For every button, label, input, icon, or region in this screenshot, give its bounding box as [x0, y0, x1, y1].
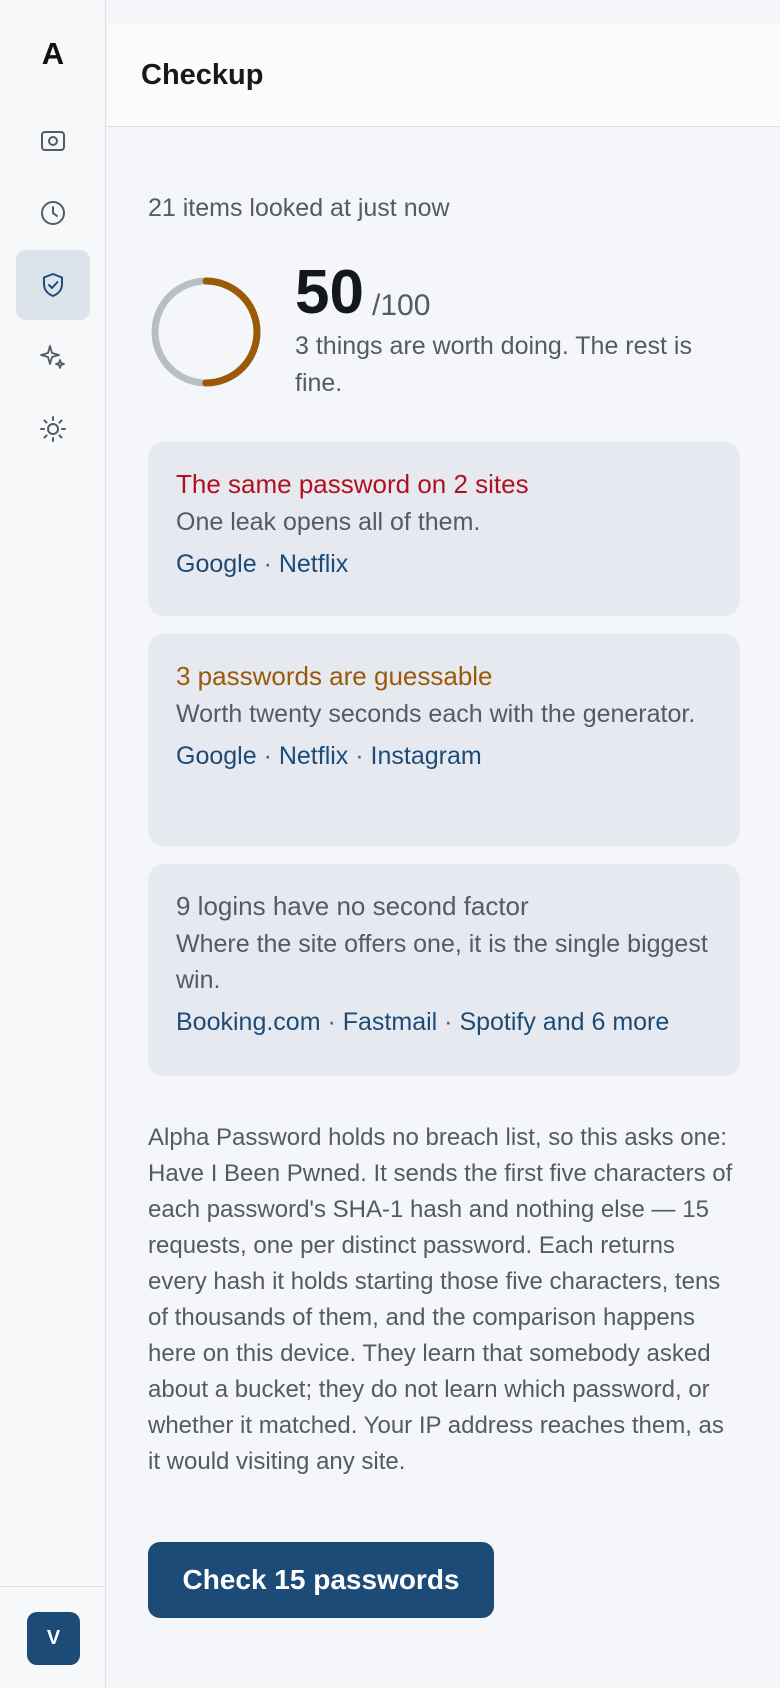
issue-title: The same password on 2 sites: [176, 469, 529, 499]
photo-icon: [41, 131, 65, 151]
issue-site-links: Booking.com · Fastmail · Spotify and 6 m…: [176, 1008, 670, 1036]
user-avatar[interactable]: V: [27, 1612, 80, 1665]
sidebar-item-history[interactable]: [16, 178, 90, 248]
issue-description: Worth twenty seconds each with the gener…: [176, 700, 696, 728]
issue-title: 9 logins have no second factor: [176, 891, 529, 921]
score-max: /100: [372, 289, 431, 322]
sidebar-item-photos[interactable]: [16, 106, 90, 176]
page-header: Checkup: [107, 23, 780, 127]
app-logo: A: [41, 36, 65, 71]
sidebar-divider: [0, 1586, 105, 1587]
sidebar-item-checkup[interactable]: [16, 250, 90, 320]
shield-check-icon: [43, 273, 63, 297]
check-passwords-button[interactable]: Check 15 passwords: [148, 1542, 494, 1618]
score-ring: [151, 277, 261, 387]
issue-title: 3 passwords are guessable: [176, 661, 493, 691]
site-link[interactable]: Google: [176, 742, 257, 770]
scan-status-text: 21 items looked at just now: [148, 194, 450, 222]
issue-card-weak[interactable]: 3 passwords are guessable Worth twenty s…: [148, 634, 740, 846]
sidebar-item-appearance[interactable]: [16, 394, 90, 464]
site-link[interactable]: Google: [176, 550, 257, 578]
site-link[interactable]: Instagram: [371, 742, 482, 770]
site-link[interactable]: Fastmail: [343, 1008, 437, 1036]
sidebar-item-generator[interactable]: [16, 322, 90, 392]
issue-card-reused[interactable]: The same password on 2 sites One leak op…: [148, 442, 740, 616]
issue-description: One leak opens all of them.: [176, 508, 481, 536]
sun-icon: [40, 416, 66, 442]
site-link[interactable]: Spotify and 6 more: [459, 1008, 669, 1036]
issue-site-links: Google · Netflix: [176, 550, 349, 578]
clock-icon: [41, 201, 65, 225]
site-link[interactable]: Booking.com: [176, 1008, 321, 1036]
score-value: 50: [295, 258, 364, 327]
sidebar: A V: [0, 0, 106, 1688]
site-link[interactable]: Netflix: [279, 742, 348, 770]
page-title: Checkup: [141, 59, 264, 91]
breach-check-explanation: Alpha Password holds no breach list, so …: [148, 1124, 733, 1475]
issue-card-no-2fa[interactable]: 9 logins have no second factor Where the…: [148, 864, 740, 1076]
score-summary: 3 things are worth doing. The rest is fi…: [295, 332, 692, 397]
sparkles-icon: [40, 345, 65, 369]
issue-description: Where the site offers one, it is the sin…: [176, 930, 708, 994]
site-link[interactable]: Netflix: [279, 550, 348, 578]
issue-site-links: Google · Netflix · Instagram: [176, 742, 482, 770]
